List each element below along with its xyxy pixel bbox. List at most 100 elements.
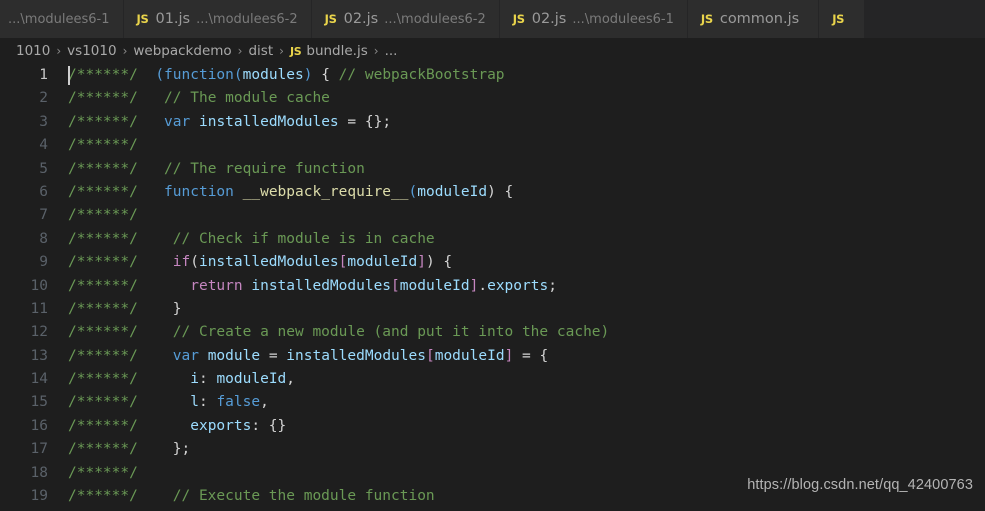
code-token-keyword: var (164, 113, 191, 130)
code-line-content: /******/ return installedModules[moduleI… (68, 275, 557, 298)
breadcrumb-separator-icon: › (237, 44, 243, 58)
webpack-comment-prefix: /******/ (68, 183, 138, 200)
line-number: 15 (30, 394, 48, 411)
js-file-icon: JS (289, 44, 302, 58)
code-token-plain: = (260, 347, 287, 364)
code-line-content: /******/ var module = installedModules[m… (68, 345, 548, 368)
breadcrumb-item[interactable]: dist (248, 43, 273, 59)
breadcrumb-item[interactable]: vs1010 (67, 43, 116, 59)
line-number: 1 (39, 67, 48, 83)
code-token-plain: }; (172, 441, 191, 458)
code-line[interactable]: 10 /******/ return installedModules[modul… (0, 275, 985, 298)
line-number: 9 (39, 254, 48, 271)
code-line[interactable]: 17 /******/ }; (0, 438, 985, 461)
code-token-plain: { (312, 67, 339, 83)
code-line[interactable]: 15 /******/ l: false, (0, 391, 985, 414)
code-token-plain: : (198, 394, 217, 411)
code-line[interactable]: 3 /******/ var installedModules = {}; (0, 111, 985, 134)
line-number: 19 (30, 488, 48, 505)
breadcrumb-item[interactable]: ... (385, 43, 398, 59)
code-token-keyword: function (164, 183, 234, 200)
code-token-var: exports (487, 277, 549, 294)
webpack-comment-prefix: /******/ (68, 324, 138, 341)
code-line-content: /******/ // The require function (68, 158, 365, 181)
line-number: 3 (39, 113, 48, 130)
editor-tab[interactable]: JS 01.js ...\modulees6-2 (123, 0, 312, 38)
editor-tab-path: ...\modulees6-2 (196, 11, 298, 27)
code-token-var: exports (190, 417, 252, 434)
code-line[interactable]: 7 /******/ (0, 204, 985, 227)
code-line-content: /******/ (68, 204, 155, 227)
code-token-var: module (207, 347, 261, 364)
code-token-var: installedModules (198, 254, 339, 271)
editor-tab[interactable]: ...\modulees6-1 (0, 0, 124, 38)
line-number: 13 (30, 347, 48, 364)
webpack-comment-prefix: /******/ (68, 207, 138, 224)
editor-tab[interactable]: JS 02.js ...\modulees6-2 (311, 0, 500, 38)
code-token-var: installedModules (286, 347, 426, 364)
code-line[interactable]: 13 /******/ var module = installedModules… (0, 345, 985, 368)
code-token-plain: ; (548, 277, 557, 294)
webpack-comment-prefix: /******/ (68, 488, 138, 505)
code-token-control: return (190, 277, 243, 294)
code-line[interactable]: 1 /******/ (function(modules) { // webpac… (0, 64, 985, 87)
code-line[interactable]: 18 /******/ (0, 462, 985, 485)
code-token-var: moduleId (347, 254, 418, 271)
editor-tab-filename: common.js (719, 11, 800, 27)
webpack-comment-prefix: /******/ (68, 300, 138, 317)
code-token-comment: // webpackBootstrap (338, 67, 505, 83)
editor-tab-path: ...\modulees6-2 (384, 11, 486, 27)
js-file-icon: JS (700, 12, 713, 26)
editor-tab[interactable]: JS common.js (687, 0, 820, 38)
line-number: 10 (30, 277, 48, 294)
webpack-comment-prefix: /******/ (68, 394, 138, 411)
breadcrumb[interactable]: 1010 › vs1010 › webpackdemo › dist › JS bundle.js… (0, 38, 985, 64)
code-line[interactable]: 14 /******/ i: moduleId, (0, 368, 985, 391)
webpack-comment-prefix: /******/ (68, 347, 138, 364)
editor-tab-filename: 02.js (343, 11, 379, 27)
breadcrumb-item[interactable]: bundle.js (306, 43, 367, 59)
code-line-content: /******/ i: moduleId, (68, 368, 295, 391)
code-line[interactable]: 5 /******/ // The require function (0, 158, 985, 181)
editor-tab-partial[interactable]: JS (819, 0, 866, 38)
code-token-keyword: function (164, 67, 234, 83)
code-line-content: /******/ var installedModules = {}; (68, 111, 391, 134)
code-line[interactable]: 4 /******/ (0, 134, 985, 157)
breadcrumb-item[interactable]: 1010 (16, 43, 50, 59)
code-line[interactable]: 12 /******/ // Create a new module (and p… (0, 321, 985, 344)
code-token-var: moduleId (434, 347, 505, 364)
code-editor[interactable]: 1/******/ (function(modules) { // webpac… (0, 64, 985, 511)
code-line[interactable]: 6 /******/ function __webpack_require__(m… (0, 181, 985, 204)
editor-tab-path: ...\modulees6-1 (572, 11, 674, 27)
code-line[interactable]: 8 /******/ // Check if module is in cache (0, 228, 985, 251)
code-line[interactable]: 9 /******/ if(installedModules[moduleId])… (0, 251, 985, 274)
code-line[interactable]: 19 /******/ // Execute the module functio… (0, 485, 985, 508)
code-token-plain: } (172, 300, 182, 317)
code-line[interactable]: 11 /******/ } (0, 298, 985, 321)
editor-tab[interactable]: JS 02.js ...\modulees6-1 (499, 0, 688, 38)
code-line-content: /******/ exports: {} (68, 415, 286, 438)
breadcrumb-separator-icon: › (56, 44, 62, 58)
breadcrumb-item[interactable]: webpackdemo (133, 43, 231, 59)
editor-tab-filename: 01.js (155, 11, 191, 27)
webpack-comment-prefix: /******/ (68, 417, 138, 434)
js-file-icon: JS (832, 12, 845, 26)
code-line[interactable]: 2 /******/ // The module cache (0, 87, 985, 110)
code-token-var: moduleId (399, 277, 470, 294)
code-token-plain: ) { (487, 183, 514, 200)
webpack-comment-prefix: /******/ (68, 371, 138, 388)
code-line[interactable]: 16 /******/ exports: {} (0, 415, 985, 438)
breadcrumb-separator-icon: › (279, 44, 284, 58)
code-line-content: /******/ // Execute the module function (68, 485, 435, 508)
code-token-var: modules (242, 67, 304, 83)
line-number: 2 (39, 90, 48, 107)
webpack-comment-prefix: /******/ (68, 113, 138, 130)
